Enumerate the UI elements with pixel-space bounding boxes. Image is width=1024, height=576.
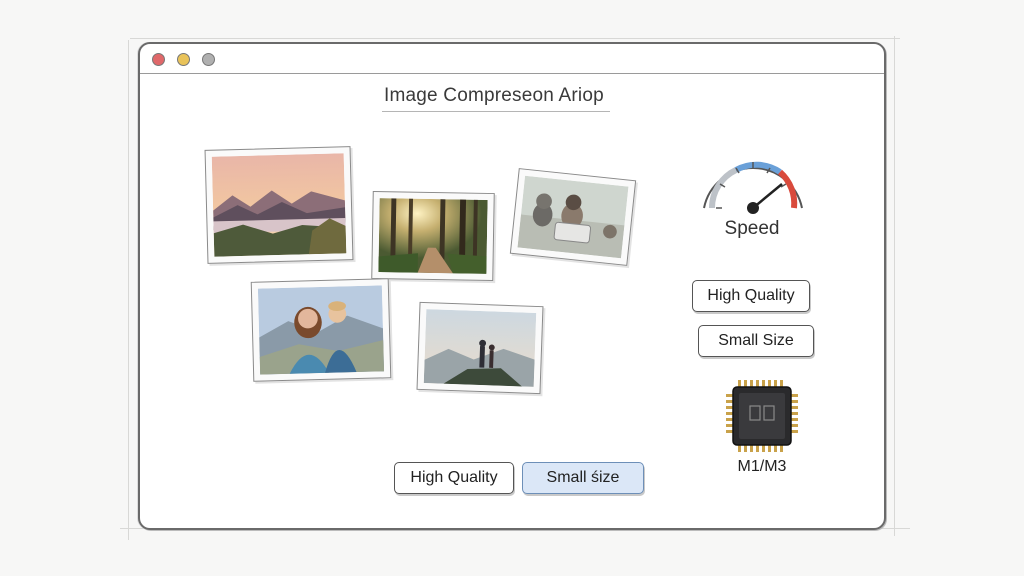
bottom-small-size-button[interactable]: Small śize bbox=[522, 462, 644, 494]
mountain-lake-sunset-icon bbox=[211, 153, 347, 257]
title-underline bbox=[382, 111, 610, 112]
small-size-option[interactable]: Small Size bbox=[698, 325, 814, 357]
page-title: Image Compreseon Ariop bbox=[384, 85, 604, 106]
processor-chip-icon bbox=[726, 380, 798, 452]
minimize-button[interactable] bbox=[177, 53, 190, 66]
speed-label: Speed bbox=[724, 218, 780, 239]
pets-animals-icon bbox=[517, 175, 629, 259]
forest-path-sunlight-icon bbox=[378, 198, 488, 274]
title-bar bbox=[140, 44, 884, 74]
sketch-guide bbox=[894, 36, 895, 536]
high-quality-option[interactable]: High Quality bbox=[692, 280, 810, 312]
sketch-guide bbox=[130, 38, 900, 39]
photo-family[interactable] bbox=[250, 278, 392, 382]
sketch-guide bbox=[128, 40, 129, 540]
canvas: Image Compreseon Ariop Speed High Qualit… bbox=[0, 0, 1024, 576]
speed-gauge-icon bbox=[703, 161, 803, 214]
photo-mountain-lake[interactable] bbox=[204, 146, 354, 264]
hikers-summit-icon bbox=[423, 309, 537, 387]
app-window: Image Compreseon Ariop Speed High Qualit… bbox=[138, 42, 886, 530]
photo-pets[interactable] bbox=[509, 168, 637, 266]
photo-forest-path[interactable] bbox=[371, 190, 495, 282]
photo-hikers[interactable] bbox=[416, 301, 544, 395]
close-button[interactable] bbox=[152, 53, 165, 66]
chip-label: M1/M3 bbox=[737, 458, 787, 475]
family-portrait-icon bbox=[257, 285, 385, 375]
bottom-high-quality-button[interactable]: High Quality bbox=[394, 462, 514, 494]
zoom-button[interactable] bbox=[202, 53, 215, 66]
